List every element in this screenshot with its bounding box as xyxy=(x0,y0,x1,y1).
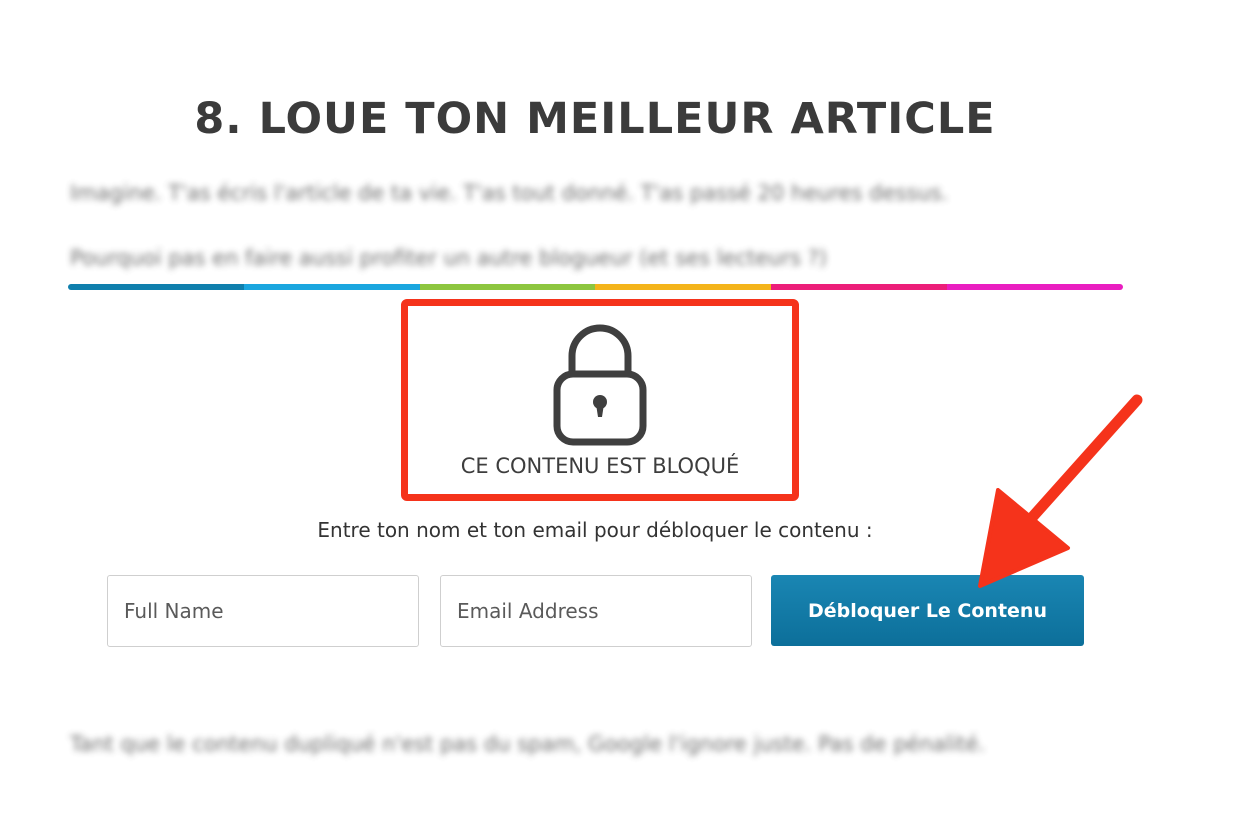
blurred-paragraph-3: Tant que le contenu dupliqué n'est pas d… xyxy=(70,732,986,756)
divider-segment xyxy=(595,284,772,290)
divider-segment xyxy=(243,284,420,290)
locked-content-box: CE CONTENU EST BLOQUÉ xyxy=(401,299,799,501)
divider-segment xyxy=(419,284,596,290)
divider-segment xyxy=(68,284,244,290)
divider-segment xyxy=(771,284,948,290)
section-heading: 8. LOUE TON MEILLEUR ARTICLE xyxy=(194,94,996,144)
locked-label: CE CONTENU EST BLOQUÉ xyxy=(460,454,740,478)
padlock-icon xyxy=(553,324,647,446)
full-name-input[interactable] xyxy=(107,575,419,647)
blurred-paragraph-2: Pourquoi pas en faire aussi profiter un … xyxy=(70,246,828,270)
blurred-paragraph-1: Imagine. T'as écris l'article de ta vie.… xyxy=(70,181,949,205)
divider-segment xyxy=(947,284,1123,290)
email-input[interactable] xyxy=(440,575,752,647)
rainbow-divider xyxy=(68,284,1123,290)
red-arrow-icon xyxy=(978,394,1143,588)
